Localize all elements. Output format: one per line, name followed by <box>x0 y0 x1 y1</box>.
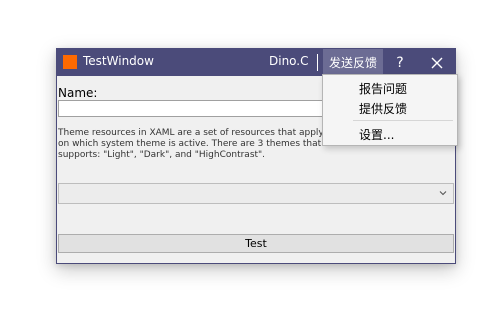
menu-item-settings[interactable]: 设置... <box>359 126 394 143</box>
close-icon <box>431 57 443 68</box>
test-button[interactable]: Test <box>58 234 454 253</box>
send-feedback-button[interactable]: 发送反馈 <box>323 49 383 76</box>
name-label: Name: <box>58 86 98 100</box>
window-title: TestWindow <box>83 54 154 68</box>
titlebar-divider <box>317 54 318 71</box>
feedback-menu: 报告问题 提供反馈 设置... <box>322 74 458 146</box>
help-button[interactable]: ? <box>387 49 413 76</box>
user-name[interactable]: Dino.C <box>269 54 309 68</box>
menu-item-give-feedback[interactable]: 提供反馈 <box>359 100 407 117</box>
menu-item-report-issue[interactable]: 报告问题 <box>359 80 407 97</box>
title-bar[interactable]: TestWindow Dino.C 发送反馈 ? <box>57 49 455 76</box>
theme-combo-box[interactable] <box>58 183 454 204</box>
close-button[interactable] <box>423 49 451 76</box>
menu-divider <box>353 120 453 121</box>
app-icon <box>63 55 77 69</box>
chevron-down-icon <box>439 191 447 196</box>
